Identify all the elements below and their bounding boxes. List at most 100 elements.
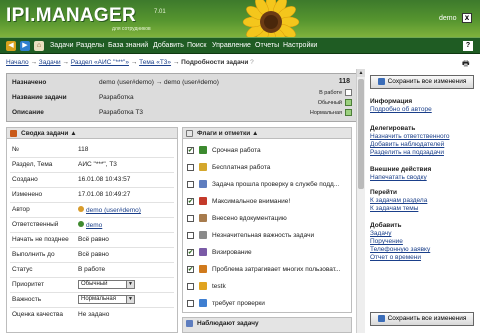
split-subtasks-link[interactable]: Разделить на подзадачи: [370, 149, 444, 156]
breadcrumb-separator: →: [130, 59, 138, 66]
coin-icon: [199, 163, 207, 171]
flag-label: testk: [212, 283, 226, 290]
save-all-button-bottom[interactable]: Сохранить все изменения: [370, 312, 474, 326]
flag-checkbox[interactable]: [187, 300, 194, 307]
add-task-link[interactable]: Задачу: [370, 230, 391, 237]
flag-checkbox[interactable]: [187, 283, 194, 290]
assigned-value[interactable]: demo (user#demo) → demo (user#demo): [99, 79, 219, 86]
sidebar-section-delegate: Делегировать: [370, 125, 416, 132]
responsible-link[interactable]: demo: [86, 222, 102, 229]
back-arrow-icon[interactable]: ◀: [6, 41, 16, 51]
app-logo[interactable]: IPI.MANAGER: [6, 5, 136, 27]
add-time-report-link[interactable]: Отчет о времени: [370, 254, 421, 261]
flag-label: Визирование: [212, 249, 252, 256]
divider: [10, 247, 174, 248]
add-phone-request-link[interactable]: Телефонную заявку: [370, 246, 430, 253]
lightning-icon: [199, 146, 207, 154]
chevron-down-icon[interactable]: ▼: [126, 281, 134, 288]
summary-value: Не задано: [78, 311, 110, 318]
breadcrumb-home[interactable]: Начало: [6, 59, 29, 66]
task-name-label: Название задачи: [12, 94, 67, 101]
home-icon[interactable]: ⌂: [34, 41, 44, 51]
menu-item-reports[interactable]: Отчеты: [255, 42, 279, 49]
print-summary-link[interactable]: Напечатать сводку: [370, 174, 427, 181]
summary-value: Всё равно: [78, 251, 109, 258]
priority-select[interactable]: Обычный ▼: [78, 280, 135, 289]
summary-key: Выполнить до: [12, 251, 55, 258]
divider: [10, 292, 174, 293]
flag-checkbox[interactable]: ✔: [187, 266, 194, 273]
flag-label: Внесено вдокументацию: [212, 215, 287, 222]
flag-label: Максимальное внимание!: [212, 198, 291, 205]
section-tasks-link[interactable]: К задачам раздела: [370, 197, 427, 204]
author-details-link[interactable]: Подробно об авторе: [370, 106, 432, 113]
flag-checkbox[interactable]: [187, 232, 194, 239]
main-menu: ◀ ▶ ⌂ Задачи Разделы База знаний Добавит…: [0, 37, 480, 54]
summary-key: Начать не позднее: [12, 236, 69, 243]
divider: [10, 307, 174, 308]
scroll-up-icon[interactable]: ▲: [357, 69, 365, 77]
menu-item-knowledge-base[interactable]: База знаний: [108, 42, 148, 49]
menu-item-search[interactable]: Поиск: [187, 42, 206, 49]
task-summary-title: Сводка задачи: [21, 130, 69, 137]
breadcrumb-theme[interactable]: Тема «Т3»: [139, 59, 171, 66]
summary-value: 118: [78, 146, 89, 153]
save-all-button-top[interactable]: Сохранить все изменения: [370, 75, 474, 89]
menu-item-add[interactable]: Добавить: [153, 42, 184, 49]
save-all-label: Сохранить все изменения: [387, 315, 467, 322]
app-header: IPI.MANAGER 7.01 для сотрудников demo x: [0, 0, 480, 37]
divider: [10, 157, 174, 158]
user-icon: [78, 221, 84, 227]
help-icon[interactable]: ?: [463, 41, 473, 51]
description-value: Разработка Т3: [99, 109, 144, 116]
add-watchers-link[interactable]: Добавить наблюдателей: [370, 141, 444, 148]
menu-item-sections[interactable]: Разделы: [76, 42, 104, 49]
flag-label: Незначительная важность задачи: [212, 232, 315, 239]
menu-item-settings[interactable]: Настройки: [283, 42, 317, 49]
chevron-down-icon[interactable]: ▼: [126, 296, 134, 303]
add-assignment-link[interactable]: Поручение: [370, 238, 403, 245]
menu-item-tasks[interactable]: Задачи: [50, 42, 74, 49]
task-info-box: Назначено demo (user#demo) → demo (user#…: [6, 73, 357, 122]
theme-tasks-link[interactable]: К задачам темы: [370, 205, 418, 212]
flag-checkbox[interactable]: ✔: [187, 198, 194, 205]
save-icon: [377, 314, 385, 322]
priority-select-value: Обычный: [81, 281, 108, 287]
task-summary-header[interactable]: Сводка задачи ▲: [7, 128, 177, 139]
sidebar-section-goto: Перейти: [370, 189, 398, 196]
flag-checkbox[interactable]: ✔: [187, 147, 194, 154]
flag-checkbox[interactable]: ✔: [187, 249, 194, 256]
menu-item-management[interactable]: Управление: [212, 42, 251, 49]
breadcrumb-tasks[interactable]: Задачи: [39, 59, 61, 66]
summary-icon: [10, 130, 17, 137]
forward-arrow-icon[interactable]: ▶: [20, 41, 30, 51]
assign-responsible-link[interactable]: Назначить ответственного: [370, 133, 449, 140]
scroll-thumb[interactable]: [358, 79, 364, 189]
summary-key: Оценка качества: [12, 311, 64, 318]
vertical-scrollbar[interactable]: ▲: [356, 69, 365, 333]
flag-checkbox[interactable]: [187, 164, 194, 171]
question-icon[interactable]: ?: [250, 59, 254, 66]
users-icon: [199, 265, 207, 273]
flag-checkbox[interactable]: [187, 181, 194, 188]
edit-icon[interactable]: [345, 89, 352, 96]
summary-key: Раздел, Тема: [12, 161, 53, 168]
priority-indicator: [345, 99, 352, 106]
breadcrumb-section[interactable]: Раздел «АИС "***"»: [71, 59, 129, 66]
flags-header[interactable]: Флаги и отметки ▲: [183, 128, 351, 139]
divider: [10, 217, 174, 218]
flag-checkbox[interactable]: [187, 215, 194, 222]
divider: [10, 202, 174, 203]
importance-select[interactable]: Нормальная ▼: [78, 295, 135, 304]
close-icon[interactable]: x: [462, 13, 472, 23]
watchers-header[interactable]: Наблюдают задачу: [183, 318, 351, 329]
save-icon: [377, 77, 385, 85]
task-id: 118: [338, 78, 350, 85]
collapse-icon[interactable]: [186, 130, 193, 137]
sidebar-section-add: Добавить: [370, 222, 402, 229]
summary-key: Важность: [12, 296, 42, 303]
priority-normal: Обычный: [278, 99, 352, 106]
flags-panel: Флаги и отметки ▲ ✔ Срочная работа Бесплат…: [182, 127, 352, 313]
stamp-icon: [199, 248, 207, 256]
author-link[interactable]: demo (user#demo): [86, 207, 141, 214]
